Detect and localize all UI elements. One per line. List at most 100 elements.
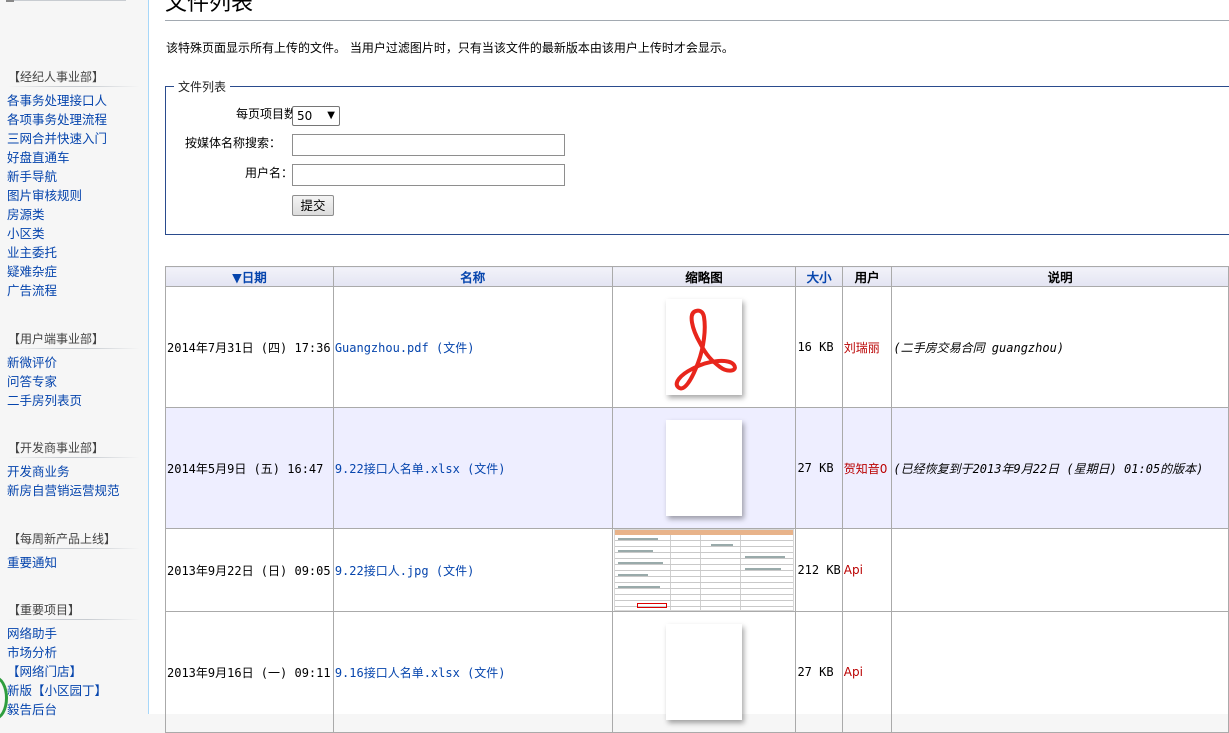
chevron-down-icon: ▼: [327, 110, 335, 121]
cell-size: 27 KB: [795, 407, 843, 529]
table-header-row: ▼日期 名称 缩略图 大小 用户 说明: [165, 266, 1229, 287]
sidebar-link[interactable]: 房源类: [7, 207, 45, 222]
cell-desc: (已经恢复到于2013年9月22日 (星期日) 01:05的版本): [891, 407, 1229, 529]
cell-thumb: [611, 528, 797, 612]
cell-size: 27 KB: [795, 611, 843, 733]
main-content: 文件列表 该特殊页面显示所有上传的文件。 当用户过滤图片时，只有当该文件的最新版…: [148, 0, 1229, 733]
form-legend: 文件列表: [178, 80, 227, 94]
file-name-link[interactable]: Guangzhou.pdf: [335, 341, 429, 355]
file-link[interactable]: (文件): [467, 462, 505, 476]
portal-title: 【经纪人事业部】: [8, 70, 105, 84]
spreadsheet-image-thumbnail[interactable]: [614, 529, 794, 611]
table-row: 2013年9月22日 (日) 09:05 9.22接口人.jpg (文件) 21…: [165, 528, 1229, 612]
cell-date: 2014年5月9日 (五) 16:47: [165, 407, 334, 529]
sidebar-link[interactable]: 广告流程: [7, 283, 57, 298]
sidebar-link[interactable]: 图片审核规则: [7, 188, 82, 203]
sidebar-link[interactable]: 业主委托: [7, 245, 57, 260]
sidebar-top-stub: [6, 0, 14, 2]
username-input[interactable]: [292, 164, 565, 186]
cell-thumb: [611, 611, 797, 733]
sidebar-link[interactable]: 三网合并快速入门: [7, 131, 107, 146]
sort-desc-icon: ▼: [232, 270, 242, 285]
cell-date: 2013年9月22日 (日) 09:05: [165, 528, 334, 612]
page-title: 文件列表: [165, 0, 1229, 21]
sidebar-link[interactable]: 好盘直通车: [7, 150, 70, 165]
portal-title: 【重要项目】: [8, 603, 81, 617]
portal-divider: [8, 348, 140, 349]
table-row: 2014年7月31日 (四) 17:36 Guangzhou.pdf (文件) …: [165, 286, 1229, 408]
file-name-link[interactable]: 9.22接口人名单.xlsx: [335, 462, 460, 476]
sidebar-link[interactable]: 新手导航: [7, 169, 57, 184]
file-link[interactable]: (文件): [436, 564, 474, 578]
cell-user: 贺知音0: [841, 407, 893, 529]
portal-title: 【用户端事业部】: [8, 332, 105, 346]
media-search-input[interactable]: [292, 134, 565, 156]
cell-thumb: [611, 407, 797, 529]
cell-user: Api: [841, 611, 893, 733]
cell-user: 刘瑞丽: [841, 286, 893, 408]
cell-desc: [891, 611, 1229, 733]
portal-developer-dept: 【开发商事业部】 开发商业务 新房自营销运营规范: [0, 439, 148, 500]
user-link[interactable]: 刘瑞丽: [844, 341, 880, 355]
portal-divider: [8, 457, 140, 458]
sidebar-link[interactable]: 毅告后台: [7, 702, 57, 717]
sidebar-link[interactable]: 各事务处理接口人: [7, 93, 107, 108]
sidebar-link[interactable]: 新版【小区园丁】: [7, 683, 107, 698]
search-label: 按媒体名称搜索：: [184, 136, 281, 150]
sidebar-top-divider: [6, 0, 126, 1]
col-header-size[interactable]: 大小: [795, 266, 843, 287]
sidebar-link[interactable]: 新微评价: [7, 355, 57, 370]
portal-key-projects: 【重要项目】 网络助手 市场分析 【网络门店】 新版【小区园丁】 毅告后台: [0, 601, 148, 719]
submit-button[interactable]: 提交: [292, 195, 334, 216]
portal-user-dept: 【用户端事业部】 新微评价 问答专家 二手房列表页: [0, 330, 148, 410]
sidebar-link[interactable]: 开发商业务: [7, 464, 70, 479]
sidebar-link[interactable]: 市场分析: [7, 645, 57, 660]
sidebar-link[interactable]: 疑难杂症: [7, 264, 57, 279]
username-label: 用户名：: [244, 166, 293, 180]
portal-divider: [8, 619, 140, 620]
cell-name: 9.22接口人.jpg (文件): [332, 528, 613, 612]
cell-desc: (二手房交易合同 guangzhou): [891, 286, 1229, 408]
user-link[interactable]: 贺知音0: [844, 462, 888, 476]
file-link[interactable]: (文件): [467, 666, 505, 680]
col-header-desc: 说明: [891, 266, 1229, 287]
table-row: 2013年9月16日 (一) 09:11 9.16接口人名单.xlsx (文件)…: [165, 611, 1229, 733]
sidebar-link[interactable]: 重要通知: [7, 555, 57, 570]
limit-select[interactable]: 50 ▼: [292, 106, 340, 126]
portal-weekly-products: 【每周新产品上线】 重要通知: [0, 530, 148, 572]
col-header-date[interactable]: ▼日期: [165, 266, 334, 287]
limit-select-value: 50: [297, 109, 313, 123]
sidebar: 【经纪人事业部】 各事务处理接口人 各项事务处理流程 三网合并快速入门 好盘直通…: [0, 0, 148, 720]
blank-doc-thumbnail[interactable]: [666, 420, 742, 516]
portal-agent-dept: 【经纪人事业部】 各事务处理接口人 各项事务处理流程 三网合并快速入门 好盘直通…: [0, 68, 148, 300]
cell-name: 9.16接口人名单.xlsx (文件): [332, 611, 613, 733]
cell-thumb: [611, 286, 797, 408]
sidebar-link[interactable]: 【网络门店】: [7, 664, 82, 679]
file-link[interactable]: (文件): [436, 341, 474, 355]
portal-divider: [8, 86, 140, 87]
cell-size: 16 KB: [795, 286, 843, 408]
page-intro: 该特殊页面显示所有上传的文件。 当用户过滤图片时，只有当该文件的最新版本由该用户…: [166, 41, 734, 55]
sidebar-link[interactable]: 小区类: [7, 226, 45, 241]
blank-doc-thumbnail[interactable]: [666, 624, 742, 720]
file-name-link[interactable]: 9.16接口人名单.xlsx: [335, 666, 460, 680]
cell-size: 212 KB: [795, 528, 843, 612]
user-link[interactable]: Api: [844, 563, 863, 577]
file-name-link[interactable]: 9.22接口人.jpg: [335, 564, 429, 578]
sidebar-link[interactable]: 二手房列表页: [7, 393, 82, 408]
sidebar-link[interactable]: 新房自营销运营规范: [7, 483, 120, 498]
sidebar-link[interactable]: 各项事务处理流程: [7, 112, 107, 127]
cell-name: 9.22接口人名单.xlsx (文件): [332, 407, 613, 529]
cell-desc: [891, 528, 1229, 612]
portal-title: 【开发商事业部】: [8, 441, 105, 455]
sidebar-link[interactable]: 网络助手: [7, 626, 57, 641]
thumbnail[interactable]: [666, 299, 742, 395]
cell-name: Guangzhou.pdf (文件): [332, 286, 613, 408]
sidebar-link[interactable]: 问答专家: [7, 374, 57, 389]
portal-divider: [8, 548, 140, 549]
table-row: 2014年5月9日 (五) 16:47 9.22接口人名单.xlsx (文件) …: [165, 407, 1229, 529]
col-header-thumb: 缩略图: [611, 266, 797, 287]
user-link[interactable]: Api: [844, 665, 863, 679]
col-header-name[interactable]: 名称: [332, 266, 613, 287]
cell-date: 2013年9月16日 (一) 09:11: [165, 611, 334, 733]
